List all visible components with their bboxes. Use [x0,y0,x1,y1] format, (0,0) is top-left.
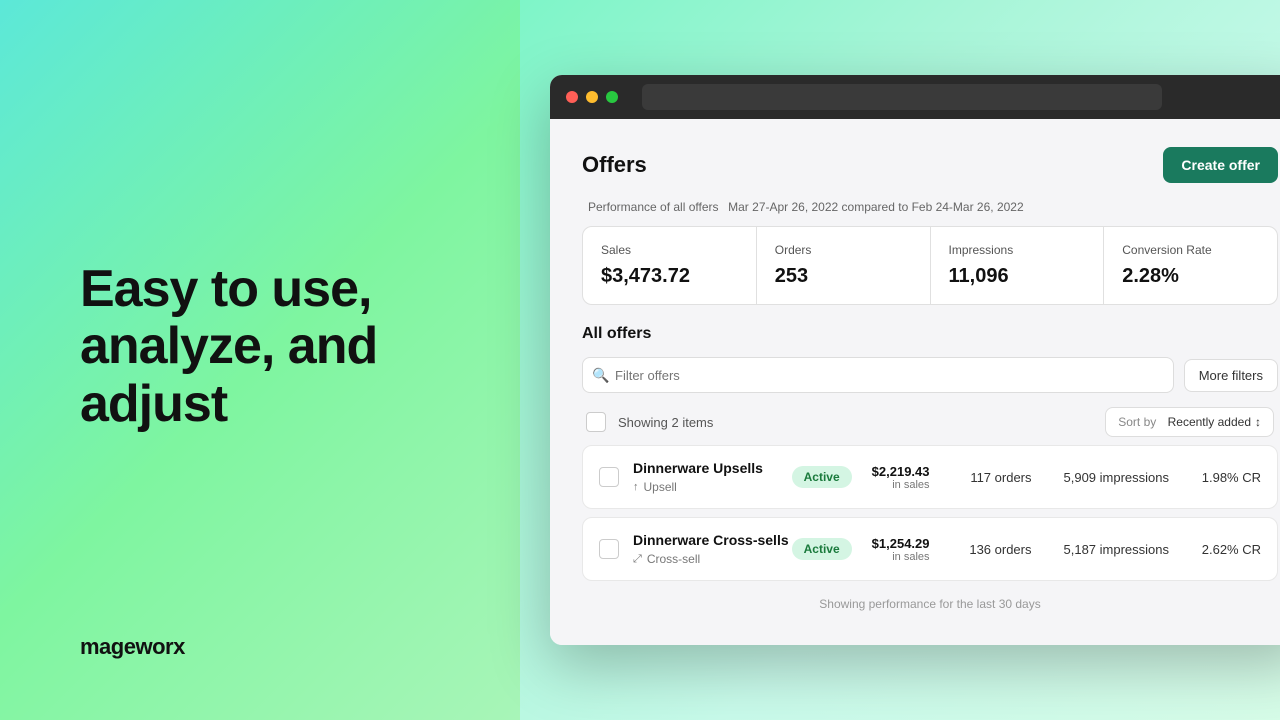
close-icon[interactable] [566,91,578,103]
stat-label: Sales [601,243,738,257]
stat-card: Impressions 11,096 [931,227,1104,304]
offer-row: Dinnerware Upsells ↑ Upsell Active $2,21… [582,445,1278,509]
offer-type-label: Upsell [644,480,677,494]
left-panel: Easy to use, analyze, and adjust magewor… [0,0,520,720]
offer-sales: $1,254.29 in sales [872,536,930,563]
offer-stats: $1,254.29 in sales 136 orders 5,187 impr… [872,536,1261,563]
browser-window: Offers Create offer Performance of all o… [550,75,1280,645]
browser-titlebar [550,75,1280,119]
offer-checkbox[interactable] [599,467,619,487]
offer-impressions: 5,909 impressions [1064,470,1170,485]
stat-label: Conversion Rate [1122,243,1259,257]
minimize-icon[interactable] [586,91,598,103]
app-header: Offers Create offer [582,147,1278,183]
offer-checkbox[interactable] [599,539,619,559]
offer-orders: 117 orders [962,470,1032,485]
offer-sales: $2,219.43 in sales [872,464,930,491]
page-title: Offers [582,152,647,178]
all-offers-title: All offers [582,325,1278,343]
offer-name: Dinnerware Upsells [633,460,792,476]
offer-type-icon: ⤢ [633,553,642,566]
offer-type-icon: ↑ [633,481,639,493]
offer-info: Dinnerware Cross-sells ⤢ Cross-sell [633,532,792,566]
offer-impressions: 5,187 impressions [1064,542,1170,557]
stat-card: Orders 253 [757,227,930,304]
app-content: Offers Create offer Performance of all o… [550,119,1280,645]
offer-stats: $2,219.43 in sales 117 orders 5,909 impr… [872,464,1261,491]
stat-card: Sales $3,473.72 [583,227,756,304]
stat-card: Conversion Rate 2.28% [1104,227,1277,304]
stats-grid: Sales $3,473.72 Orders 253 Impressions 1… [582,226,1278,305]
hero-title: Easy to use, analyze, and adjust [80,261,460,433]
sort-value: Recently added [1168,415,1251,429]
sort-chevron-icon: ↕ [1255,415,1261,429]
offer-type: ↑ Upsell [633,480,792,494]
offer-type: ⤢ Cross-sell [633,552,792,566]
offer-cr: 1.98% CR [1201,470,1261,485]
stat-value: $3,473.72 [601,265,738,288]
search-container: 🔍 [582,357,1174,393]
url-bar[interactable] [642,84,1162,110]
offers-list-header: Showing 2 items Sort by Recently added ↕ [582,407,1278,437]
offer-row: Dinnerware Cross-sells ⤢ Cross-sell Acti… [582,517,1278,581]
offer-type-label: Cross-sell [647,552,700,566]
right-panel: Offers Create offer Performance of all o… [520,0,1280,720]
status-badge: Active [792,538,852,560]
search-icon: 🔍 [592,367,609,384]
offer-name: Dinnerware Cross-sells [633,532,792,548]
footer-note: Showing performance for the last 30 days [582,597,1278,611]
offers-list: Dinnerware Upsells ↑ Upsell Active $2,21… [582,445,1278,581]
showing-count: Showing 2 items [618,415,1105,430]
search-input[interactable] [582,357,1174,393]
more-filters-button[interactable]: More filters [1184,359,1278,392]
status-badge: Active [792,466,852,488]
sort-dropdown[interactable]: Sort by Recently added ↕ [1105,407,1274,437]
stat-value: 2.28% [1122,265,1259,288]
maximize-icon[interactable] [606,91,618,103]
brand-logo: mageworx [80,634,460,660]
sort-prefix: Sort by [1118,415,1156,429]
offer-info: Dinnerware Upsells ↑ Upsell [633,460,792,494]
stat-label: Orders [775,243,912,257]
stat-value: 253 [775,265,912,288]
select-all-checkbox[interactable] [586,412,606,432]
offer-cr: 2.62% CR [1201,542,1261,557]
stat-value: 11,096 [949,265,1086,288]
create-offer-button[interactable]: Create offer [1163,147,1278,183]
filter-row: 🔍 More filters [582,357,1278,393]
stat-label: Impressions [949,243,1086,257]
offer-orders: 136 orders [962,542,1032,557]
performance-label: Performance of all offers Mar 27-Apr 26,… [582,199,1278,214]
hero-text-block: Easy to use, analyze, and adjust [80,261,460,433]
